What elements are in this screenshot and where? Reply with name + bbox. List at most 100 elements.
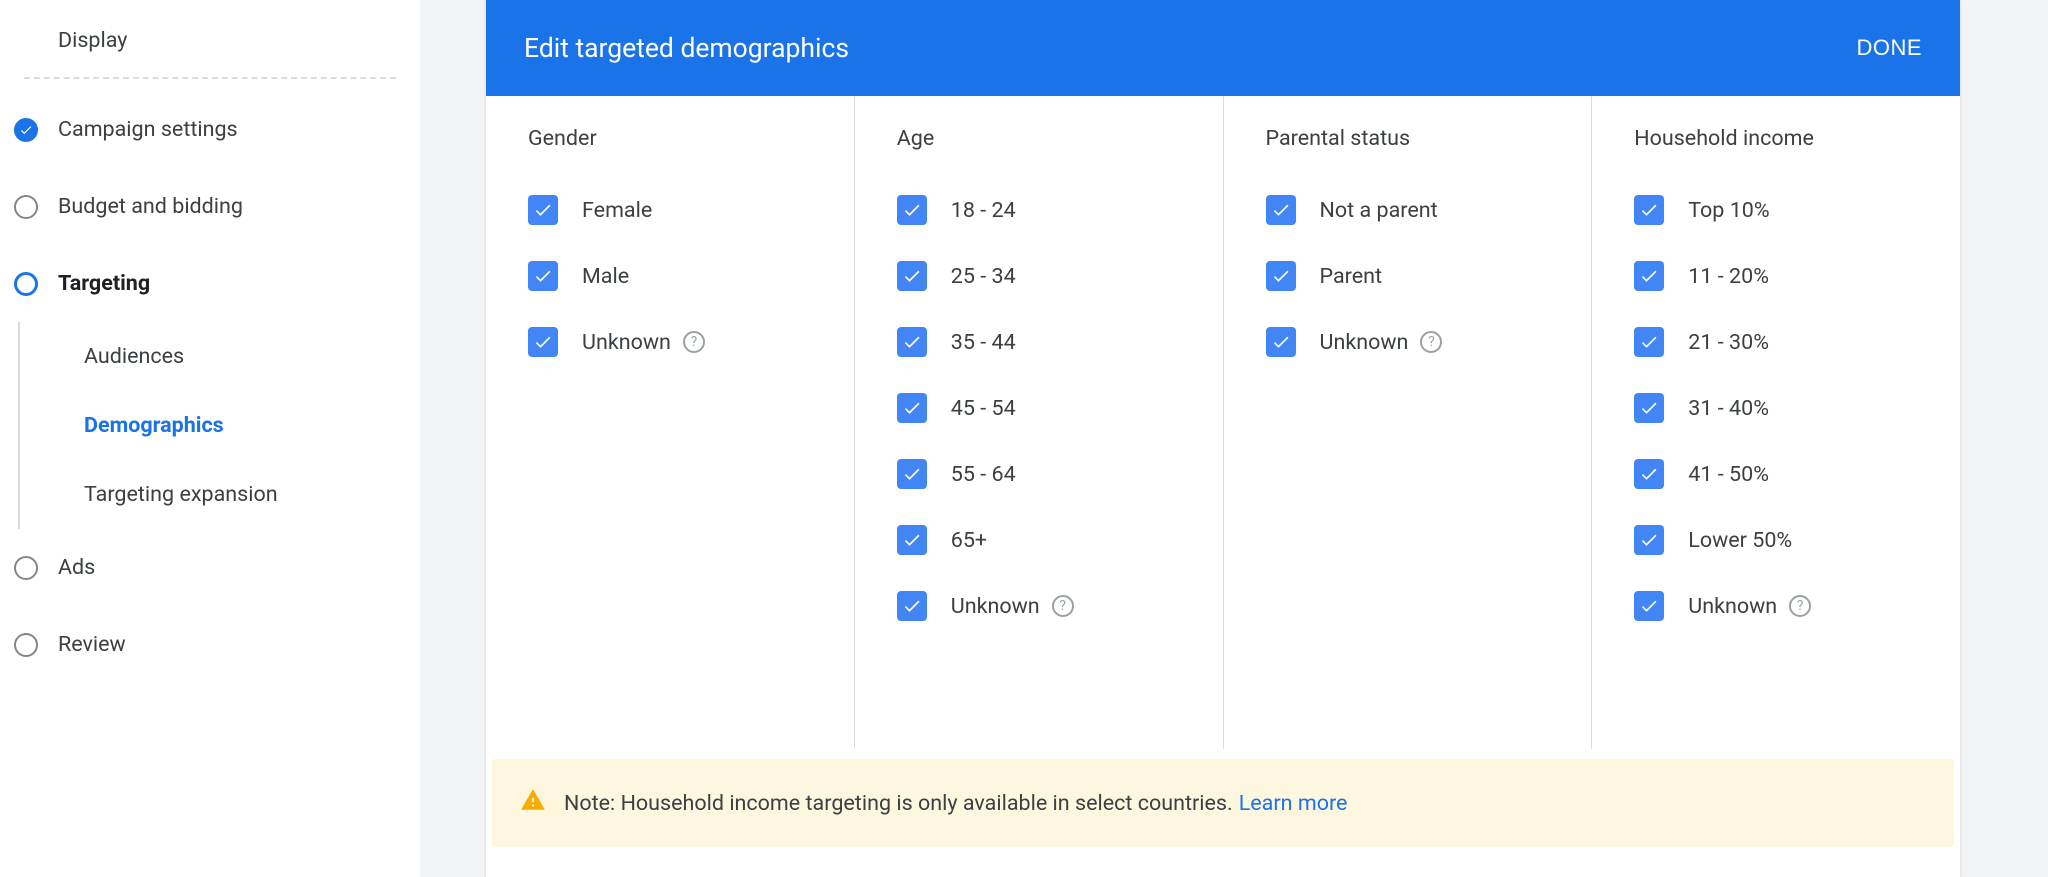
panel-header: Edit targeted demographics DONE (486, 0, 1960, 96)
nav-label: Review (58, 632, 126, 657)
checkbox-icon[interactable] (1266, 261, 1296, 291)
column-header: Gender (528, 126, 814, 151)
checkbox-label: Parent (1320, 264, 1383, 289)
learn-more-link[interactable]: Learn more (1239, 791, 1348, 816)
checkbox-row[interactable]: Parent (1266, 261, 1552, 291)
checkbox-row[interactable]: 41 - 50% (1634, 459, 1920, 489)
column-header: Household income (1634, 126, 1920, 151)
checkbox-row[interactable]: Unknown? (528, 327, 814, 357)
column-income: Household income Top 10% 11 - 20% 21 - 30%… (1592, 96, 1960, 749)
nav-item-ads[interactable]: Ads (0, 529, 420, 606)
checkbox-row[interactable]: 65+ (897, 525, 1183, 555)
checkbox-row[interactable]: 21 - 30% (1634, 327, 1920, 357)
checkbox-row[interactable]: Unknown? (897, 591, 1183, 621)
checkbox-icon[interactable] (1634, 459, 1664, 489)
checkbox-label: Unknown (1688, 594, 1777, 619)
checkbox-icon[interactable] (1266, 327, 1296, 357)
nav-item-budget-bidding[interactable]: Budget and bidding (0, 168, 420, 245)
warning-icon (520, 787, 546, 819)
sidebar-section-display[interactable]: Display (0, 14, 420, 77)
nav-item-targeting-expansion[interactable]: Targeting expansion (34, 460, 420, 529)
nav-label: Ads (58, 555, 95, 580)
checkbox-label: 65+ (951, 528, 987, 553)
checkbox-label: Unknown (582, 330, 671, 355)
checkbox-label: 21 - 30% (1688, 330, 1769, 355)
checkbox-label: 35 - 44 (951, 330, 1016, 355)
checkbox-row[interactable]: 18 - 24 (897, 195, 1183, 225)
checkbox-row[interactable]: Top 10% (1634, 195, 1920, 225)
checkbox-icon[interactable] (897, 393, 927, 423)
checkbox-icon[interactable] (528, 261, 558, 291)
checkbox-icon[interactable] (897, 525, 927, 555)
checkbox-label: Male (582, 264, 629, 289)
nav-item-audiences[interactable]: Audiences (34, 322, 420, 391)
radio-icon (14, 556, 38, 580)
checkbox-row[interactable]: Lower 50% (1634, 525, 1920, 555)
columns: Gender Female Male Unknown? Age 18 - 24 25 … (486, 96, 1960, 749)
help-icon[interactable]: ? (1789, 595, 1811, 617)
radio-icon (14, 633, 38, 657)
checkbox-icon[interactable] (897, 261, 927, 291)
checkbox-label: 55 - 64 (951, 462, 1016, 487)
nav-item-targeting[interactable]: Targeting (0, 245, 420, 322)
main-area: Edit targeted demographics DONE Gender F… (420, 0, 2020, 877)
checkbox-label: Not a parent (1320, 198, 1438, 223)
radio-current-icon (14, 272, 38, 296)
checkbox-row[interactable]: Not a parent (1266, 195, 1552, 225)
nav-label: Targeting expansion (84, 482, 278, 507)
checkbox-icon[interactable] (1634, 393, 1664, 423)
help-icon[interactable]: ? (683, 331, 705, 353)
checkbox-row[interactable]: 45 - 54 (897, 393, 1183, 423)
nav-item-campaign-settings[interactable]: Campaign settings (0, 91, 420, 168)
nav-sub-targeting: Audiences Demographics Targeting expansi… (0, 322, 420, 529)
checkbox-row[interactable]: Unknown? (1634, 591, 1920, 621)
nav-label: Budget and bidding (58, 194, 243, 219)
help-icon[interactable]: ? (1420, 331, 1442, 353)
checkbox-label: 11 - 20% (1688, 264, 1769, 289)
checkbox-label: 41 - 50% (1688, 462, 1769, 487)
radio-icon (14, 195, 38, 219)
column-header: Parental status (1266, 126, 1552, 151)
checkbox-label: Unknown (1320, 330, 1409, 355)
checkbox-label: 31 - 40% (1688, 396, 1769, 421)
checkbox-row[interactable]: Unknown? (1266, 327, 1552, 357)
checkbox-icon[interactable] (1634, 261, 1664, 291)
checkbox-row[interactable]: Male (528, 261, 814, 291)
column-gender: Gender Female Male Unknown? (486, 96, 855, 749)
checkbox-label: 45 - 54 (951, 396, 1016, 421)
checkbox-row[interactable]: 25 - 34 (897, 261, 1183, 291)
checkbox-label: Top 10% (1688, 198, 1769, 223)
checkbox-icon[interactable] (897, 195, 927, 225)
checkbox-label: Female (582, 198, 652, 223)
note-text: Note: Household income targeting is only… (564, 791, 1233, 816)
checkbox-icon[interactable] (1634, 591, 1664, 621)
checkbox-icon[interactable] (1266, 195, 1296, 225)
checkbox-row[interactable]: Female (528, 195, 814, 225)
nav-sub-line (18, 322, 20, 529)
checkbox-row[interactable]: 55 - 64 (897, 459, 1183, 489)
nav-item-demographics[interactable]: Demographics (34, 391, 420, 460)
checkbox-icon[interactable] (1634, 525, 1664, 555)
checkbox-label: 18 - 24 (951, 198, 1016, 223)
checkbox-row[interactable]: 31 - 40% (1634, 393, 1920, 423)
checkbox-icon[interactable] (897, 327, 927, 357)
column-parental: Parental status Not a parent Parent Unknow… (1224, 96, 1593, 749)
checkbox-icon[interactable] (528, 195, 558, 225)
checkbox-icon[interactable] (1634, 327, 1664, 357)
column-header: Age (897, 126, 1183, 151)
help-icon[interactable]: ? (1052, 595, 1074, 617)
sidebar: Display Campaign settings Budget and bid… (0, 0, 420, 877)
checkbox-icon[interactable] (528, 327, 558, 357)
sidebar-divider (24, 77, 396, 79)
panel-title: Edit targeted demographics (524, 33, 849, 64)
demographics-panel: Edit targeted demographics DONE Gender F… (486, 0, 1960, 877)
nav-item-review[interactable]: Review (0, 606, 420, 683)
checkbox-icon[interactable] (1634, 195, 1664, 225)
checkbox-label: 25 - 34 (951, 264, 1016, 289)
checkbox-icon[interactable] (897, 591, 927, 621)
checkbox-icon[interactable] (897, 459, 927, 489)
nav-label: Targeting (58, 271, 150, 296)
checkbox-row[interactable]: 35 - 44 (897, 327, 1183, 357)
done-button[interactable]: DONE (1856, 35, 1922, 61)
checkbox-row[interactable]: 11 - 20% (1634, 261, 1920, 291)
